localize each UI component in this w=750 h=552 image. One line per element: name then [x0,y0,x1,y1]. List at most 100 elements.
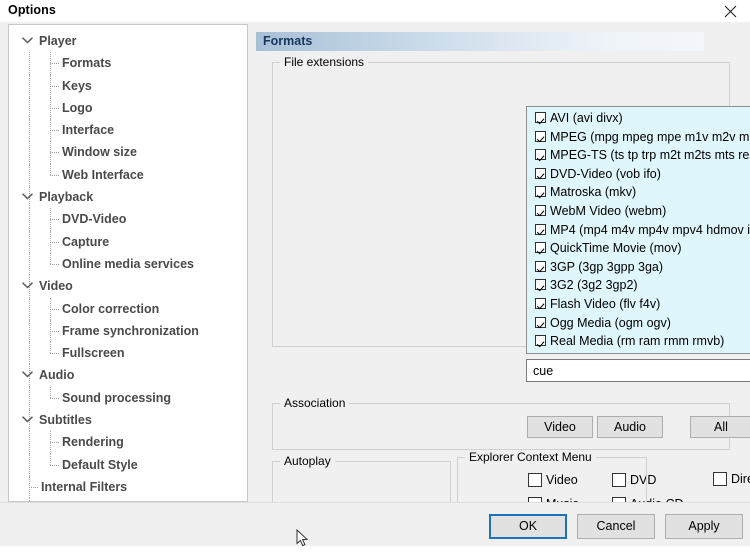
sidebar-item-default-style[interactable]: Default Style [17,453,247,476]
tree-connector-line [50,219,59,221]
file-extension-label: Ogg Media (ogm ogv) [550,315,671,330]
file-extension-item[interactable]: 3G2 (3g2 3gp2) [527,276,750,295]
sidebar-item-playback[interactable]: Playback [17,186,247,209]
sidebar-item-keys[interactable]: Keys [17,74,247,97]
tree-connector-line [29,230,31,253]
tree-connector-line [29,52,31,75]
checkbox-box-icon [535,112,546,123]
associate-video-button[interactable]: Video [527,416,593,438]
sidebar-item-fullscreen[interactable]: Fullscreen [17,342,247,365]
tree-connector-line [29,342,31,365]
tree-connector-line [29,96,31,120]
tree-connector-line [50,308,59,311]
context-directory-label: Directory [731,472,750,486]
tree-connector-line [29,319,31,343]
sidebar-item-color-correction[interactable]: Color correction [17,297,247,320]
file-extension-label: MPEG (mpg mpeg mpe m1v m2v mpv2 mp2v pva… [550,129,750,144]
file-extension-item[interactable]: MPEG-TS (ts tp trp m2t m2ts mts rec ssif… [527,146,750,165]
chevron-down-icon[interactable] [22,409,35,431]
sidebar-item-dvd-video[interactable]: DVD-Video [17,208,247,231]
file-extension-item[interactable]: Flash Video (flv f4v) [527,295,750,314]
sidebar-item-video[interactable]: Video [17,275,247,298]
file-extension-label: Flash Video (flv f4v) [550,296,661,311]
associate-audio-button[interactable]: Audio [597,416,663,438]
apply-button[interactable]: Apply [665,514,743,539]
file-extensions-list[interactable]: AVI (avi divx) MPEG (mpg mpeg mpe m1v m2v… [526,106,750,354]
sidebar-item-label: DVD-Video [62,212,127,227]
sidebar-item-window-size[interactable]: Window size [17,141,247,164]
settings-tree-panel: Player Formats Keys Logo Interface Window siz… [8,24,248,502]
chevron-down-icon[interactable] [22,364,35,386]
sidebar-item-internal-filters[interactable]: Internal Filters [17,475,247,499]
sidebar-item-label: Default Style [62,457,138,472]
chevron-down-icon[interactable] [22,275,35,297]
checkbox-box-icon [535,167,546,179]
file-extension-item[interactable]: MPEG (mpg mpeg mpe m1v m2v mpv2 mp2v pva… [527,128,750,147]
checkbox-box-icon [713,472,727,486]
dialog-footer: OK Cancel Apply [0,502,750,546]
sidebar-item-capture[interactable]: Capture [17,230,247,253]
tree-connector-line [50,174,59,177]
tree-connector-line [50,453,52,465]
sidebar-item-formats[interactable]: Formats [17,52,247,75]
sidebar-item-interface[interactable]: Interface [17,119,247,142]
sidebar-item-rendering[interactable]: Rendering [17,431,247,454]
sidebar-item-label: Internal Filters [41,479,128,494]
file-extension-item[interactable]: 3GP (3gp 3gpp 3ga) [527,258,750,277]
close-icon [724,5,737,18]
file-extension-item[interactable]: QuickTime Movie (mov) [527,239,750,258]
file-extension-label: Matroska (mkv) [550,185,637,200]
file-extension-item[interactable]: Real Media (rm ram rmm rmvb) [527,332,750,351]
file-extension-label: MP4 (mp4 m4v mp4v mpv4 hdmov ismv) [550,222,750,237]
sidebar-item-logo[interactable]: Logo [17,96,247,120]
tree-connector-line [29,431,31,454]
tree-connector-line [50,263,59,266]
checkbox-box-icon [535,297,546,309]
chevron-down-icon[interactable] [22,30,35,52]
chevron-down-icon[interactable] [22,186,35,208]
sidebar-item-web-interface[interactable]: Web Interface [17,163,247,187]
file-extension-label: Real Media (rm ram rmm rmvb) [550,334,725,349]
sidebar-item-online-media-services[interactable]: Online media services [17,252,247,276]
cancel-button[interactable]: Cancel [577,514,655,539]
file-extension-item[interactable]: Matroska (mkv) [527,183,750,202]
sidebar-item-label: Color correction [62,301,160,316]
sidebar-item-label: Formats [62,56,112,71]
checkbox-box-icon [535,316,546,328]
sidebar-item-subtitles[interactable]: Subtitles [17,409,247,432]
sidebar-item-label: Keys [62,78,92,93]
tree-connector-line [29,453,31,476]
file-extensions-items: AVI (avi divx) MPEG (mpg mpeg mpe m1v m2v… [527,109,750,351]
checkbox-box-icon [535,335,546,347]
explorer-context-menu-group-label: Explorer Context Menu [465,450,596,464]
sidebar-item-player[interactable]: Player [17,30,247,52]
file-extension-item[interactable]: WebM Video (webm) [527,202,750,221]
tree-connector-line [50,241,59,244]
sidebar-item-label: Video [39,279,73,294]
extension-input[interactable] [526,359,750,382]
associate-all-button[interactable]: All [690,416,750,438]
sidebar-item-frame-synchronization[interactable]: Frame synchronization [17,319,247,343]
context-directory-checkbox[interactable]: Directory [713,472,750,486]
tree-connector-line [50,152,59,154]
tree-connector-line [50,63,59,65]
file-extensions-group-label: File extensions [280,55,369,69]
tree-connector-line [50,130,59,132]
tree-connector-line [50,353,59,355]
sidebar-item-label: Logo [62,100,93,115]
sidebar-item-label: Web Interface [62,167,144,182]
file-extension-item[interactable]: AVI (avi divx) [527,109,750,128]
file-extension-item[interactable]: Ogg Media (ogm ogv) [527,314,750,333]
ok-button[interactable]: OK [489,514,567,539]
file-extension-item[interactable]: DVD-Video (vob ifo) [527,165,750,184]
sidebar-item-audio[interactable]: Audio [17,364,247,387]
close-button[interactable] [710,0,750,22]
checkbox-box-icon [535,223,546,235]
tree-connector-line [29,74,31,97]
association-group-label: Association [280,396,350,410]
sidebar-item-sound-processing[interactable]: Sound processing [17,386,247,410]
file-extension-item[interactable]: MP4 (mp4 m4v mp4v mpv4 hdmov ismv) [527,221,750,240]
checkbox-box-icon [535,149,546,161]
tree-connector-line [50,442,59,444]
sidebar-item-label: Online media services [62,256,195,271]
